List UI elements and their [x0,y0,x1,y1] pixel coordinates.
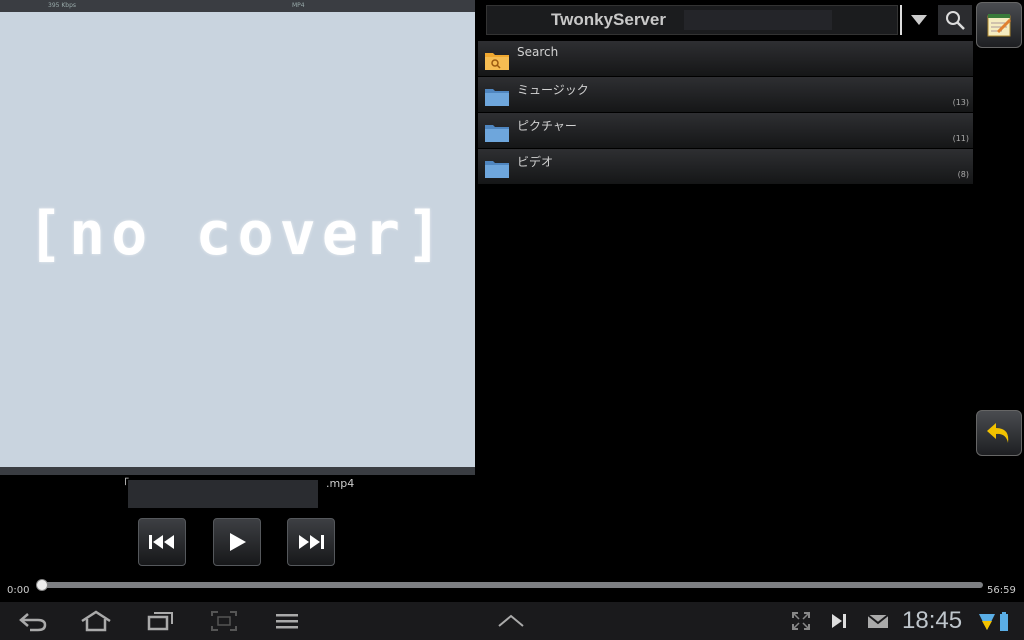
cover-art: [no cover] [0,12,475,467]
skip-next-icon [299,535,324,549]
list-item-video[interactable]: ビデオ (8) [478,149,973,184]
back-icon [19,613,47,632]
menu-icon [276,614,298,629]
back-button[interactable] [976,410,1022,456]
folder-icon [485,161,509,178]
list-item-music[interactable]: ミュージック (13) [478,77,973,112]
previous-button[interactable] [138,518,186,566]
server-name: TwonkyServer [551,10,666,29]
chevron-up-icon [498,614,524,627]
no-cover-placeholder: [no cover] [26,198,449,269]
screenshot-button[interactable] [210,610,238,632]
list-item-label: ミュージック [517,83,589,97]
home-button[interactable] [80,610,112,632]
notes-button[interactable] [976,2,1022,48]
expand-icon [792,612,810,630]
server-dropdown-button[interactable] [900,5,936,35]
redacted-title-block [128,480,318,508]
skip-previous-icon [149,535,174,549]
folder-list: Search ミュージック (13) ピクチャー (11) ビデオ (8) [478,41,973,185]
menu-button[interactable] [274,610,300,632]
list-item-pictures[interactable]: ピクチャー (11) [478,113,973,148]
folder-icon [485,89,509,106]
home-icon [81,610,111,632]
quick-panel-button[interactable] [496,610,526,630]
fullscreen-button[interactable] [790,610,812,632]
play-button[interactable] [213,518,261,566]
system-back-button[interactable] [18,610,48,632]
mail-notification[interactable] [866,610,890,632]
battery-icon [1000,612,1008,631]
list-item-search[interactable]: Search [478,41,973,76]
wifi-indicator [978,612,996,632]
total-time: 56:59 [987,585,1016,596]
cover-info-bar: 395 Kbps MP4 [0,0,475,12]
server-selector[interactable]: TwonkyServer [486,5,898,35]
play-next-icon [832,614,846,628]
recent-apps-button[interactable] [146,610,174,632]
recent-apps-icon [147,612,173,631]
list-item-label: ピクチャー [517,119,577,133]
return-arrow-icon [987,423,1009,443]
battery-indicator [999,612,1009,632]
list-item-count: (13) [952,98,969,107]
current-time: 0:00 [7,585,30,596]
screenshot-icon [211,611,237,631]
list-item-label: ビデオ [517,155,554,169]
list-item-count: (8) [957,170,969,179]
format-label: MP4 [292,2,305,9]
list-item-label: Search [517,45,559,59]
wifi-icon [979,614,995,630]
chevron-down-icon [911,15,927,25]
search-icon [946,11,965,30]
status-clock: 18:45 [902,607,963,634]
media-notification[interactable] [828,610,850,632]
seek-bar[interactable] [40,582,983,588]
mail-icon [867,614,889,628]
cover-bottom-strip [0,467,475,475]
bitrate-label: 395 Kbps [48,2,77,9]
seek-handle[interactable] [36,579,48,591]
system-bar: 18:45 [0,602,1024,640]
next-button[interactable] [287,518,335,566]
notepad-icon [987,14,1012,37]
play-icon [230,533,246,551]
folder-icon [485,125,509,142]
search-folder-icon [485,53,509,70]
list-item-count: (11) [952,134,969,143]
redacted-server-detail [684,10,832,30]
search-button[interactable] [938,5,972,35]
